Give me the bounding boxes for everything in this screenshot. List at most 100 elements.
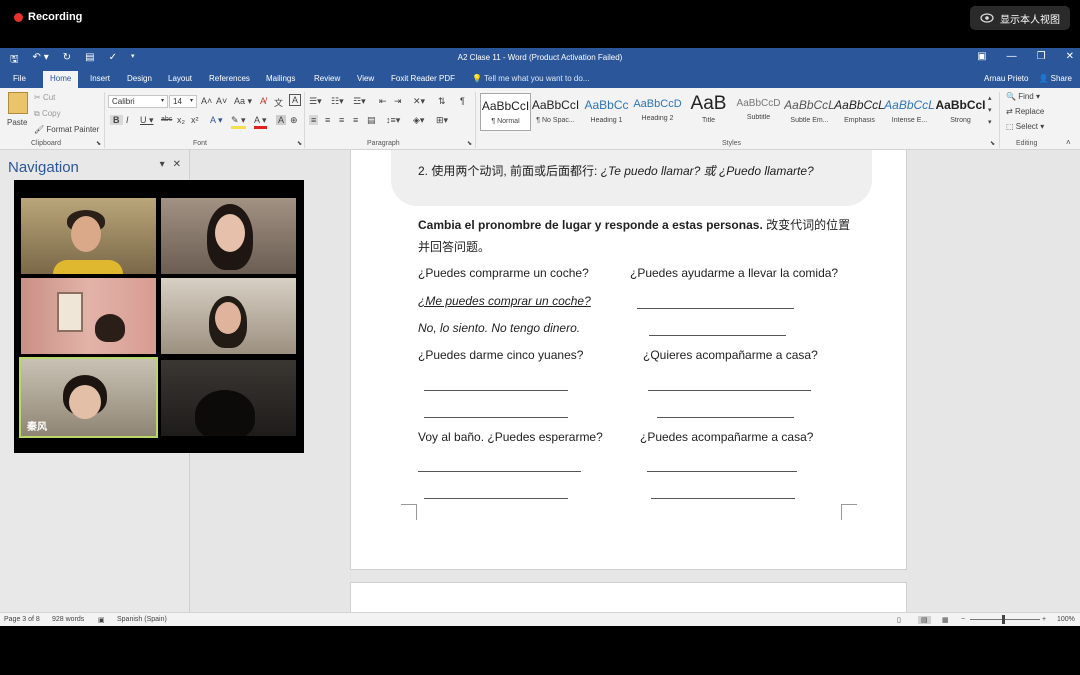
bullets-icon[interactable]: ☰▾ [309,96,322,107]
change-case-icon[interactable]: Aa ▾ [234,96,252,107]
bold-icon[interactable]: B [110,115,123,125]
tab-foxit[interactable]: Foxit Reader PDF [391,74,455,83]
align-left-icon[interactable]: ≡ [309,115,319,125]
tab-mailings[interactable]: Mailings [266,74,295,83]
styles-gallery-scroll-icon[interactable]: ▴ ▾ ▾ [988,93,992,129]
margin-corner [841,504,857,520]
clear-formatting-icon[interactable]: A̸ [260,96,266,106]
find-button[interactable]: 🔍 Find ▾ [1006,92,1040,101]
select-button[interactable]: ⬚ Select ▾ [1006,122,1044,131]
zoom-level[interactable]: 100% [1057,616,1075,623]
tab-file[interactable]: File [13,74,26,83]
multilevel-list-icon[interactable]: ☲▾ [353,96,366,107]
style-title[interactable]: AaB Title [683,93,734,131]
style-emphasis[interactable]: AaBbCcL Emphasis [834,93,885,131]
video-tile[interactable] [21,278,156,354]
print-layout-icon[interactable]: ▤ [918,616,931,624]
video-grid[interactable]: 秦风 [14,180,304,453]
zoom-slider[interactable] [970,619,1040,620]
cut-button[interactable]: ✂ Cut [34,93,55,102]
zoom-slider-thumb[interactable] [1002,615,1005,624]
restore-icon[interactable]: ❐ [1037,51,1046,62]
tab-view[interactable]: View [357,74,374,83]
ribbon-display-options-icon[interactable]: ▣ [977,51,986,62]
video-tile[interactable] [161,278,296,354]
strikethrough-icon[interactable]: abc [161,116,172,123]
zoom-in-icon[interactable]: + [1042,616,1046,623]
active-speaker-tile[interactable]: 秦风 [19,357,158,438]
sort-icon[interactable]: ⇅ [438,96,446,107]
proofing-icon[interactable]: ▣ [98,616,105,624]
user-name[interactable]: Arnau Prieto [984,74,1028,83]
style-normal[interactable]: AaBbCcI ¶ Normal [480,93,531,131]
character-border-icon[interactable]: A [289,94,302,106]
enclose-characters-icon[interactable]: ⊕ [290,115,298,126]
superscript-icon[interactable]: x² [191,115,199,125]
page-count[interactable]: Page 3 of 8 [4,616,40,623]
format-painter-button[interactable]: 🖌 Format Painter [34,125,99,134]
style-heading-2[interactable]: AaBbCcD Heading 2 [632,93,683,131]
style-strong[interactable]: AaBbCcI Strong [935,93,986,131]
nav-options-icon[interactable]: ▾ [160,159,165,170]
replace-button[interactable]: ⇄ Replace [1006,107,1044,116]
web-layout-icon[interactable]: ▦ [942,616,949,624]
style-heading-1[interactable]: AaBbCc Heading 1 [581,93,632,131]
tab-layout[interactable]: Layout [168,74,192,83]
style-no-spacing[interactable]: AaBbCcI ¶ No Spac... [530,93,581,131]
paragraph-launcher-icon[interactable]: ⬊ [467,140,472,147]
document-page[interactable]: 2. 使用两个动词, 前面或后面都行: ¿Te puedo llamar? 或 … [350,150,907,570]
phonetic-guide-icon[interactable]: 文 [274,96,283,109]
style-subtitle[interactable]: AaBbCcD Subtitle [733,93,784,131]
tell-me-search[interactable]: 💡 Tell me what you want to do... [472,74,589,83]
close-icon[interactable]: ✕ [1066,51,1074,62]
word-count[interactable]: 928 words [52,616,84,623]
line-spacing-icon[interactable]: ↕≡▾ [386,115,400,126]
justify-icon[interactable]: ≡ [353,115,358,125]
font-size-combo[interactable]: 14 ▾ [169,95,197,108]
tab-references[interactable]: References [209,74,250,83]
tab-insert[interactable]: Insert [90,74,110,83]
subscript-icon[interactable]: x₂ [177,115,185,125]
zoom-out-icon[interactable]: − [961,616,965,623]
minimize-icon[interactable]: — [1007,51,1017,62]
language[interactable]: Spanish (Spain) [117,616,167,623]
align-right-icon[interactable]: ≡ [339,115,344,125]
text-effects-icon[interactable]: A ▾ [210,115,223,126]
grow-font-icon[interactable]: A˄ [201,96,212,106]
tab-review[interactable]: Review [314,74,340,83]
show-self-view-button[interactable]: 显示本人视图 [970,6,1070,30]
borders-icon[interactable]: ⊞▾ [436,115,448,126]
tab-design[interactable]: Design [127,74,152,83]
style-subtle-emphasis[interactable]: AaBbCcL Subtle Em... [784,93,835,131]
underline-icon[interactable]: U ▾ [140,115,154,126]
collapse-ribbon-icon[interactable]: ˄ [1066,138,1071,147]
share-button[interactable]: 👤 Share [1038,74,1072,83]
character-shading-icon[interactable]: A [276,115,287,125]
shrink-font-icon[interactable]: A˅ [216,96,227,106]
paste-icon[interactable] [8,92,28,114]
video-tile[interactable] [21,198,156,274]
center-icon[interactable]: ≡ [325,115,330,125]
style-intense-emphasis[interactable]: AaBbCcL Intense E... [884,93,935,131]
increase-indent-icon[interactable]: ⇥ [394,96,402,107]
shading-icon[interactable]: ◈▾ [413,115,424,126]
highlight-icon[interactable]: ✎ ▾ [231,115,246,129]
video-tile[interactable] [161,360,296,436]
decrease-indent-icon[interactable]: ⇤ [379,96,387,107]
read-mode-icon[interactable]: ▯ [897,616,901,624]
asian-layout-icon[interactable]: ✕▾ [413,96,425,107]
italic-icon[interactable]: I [126,115,129,125]
clipboard-launcher-icon[interactable]: ⬊ [96,140,101,147]
numbering-icon[interactable]: ☷▾ [331,96,344,107]
show-marks-icon[interactable]: ¶ [460,96,465,106]
nav-close-icon[interactable]: ✕ [173,159,181,170]
font-launcher-icon[interactable]: ⬊ [297,140,302,147]
copy-button[interactable]: ⧉ Copy [34,109,61,119]
paste-button[interactable]: Paste [7,118,27,127]
video-tile[interactable] [161,198,296,274]
font-name-combo[interactable]: Calibri ▾ [108,95,168,108]
distributed-icon[interactable]: ▤ [367,115,376,126]
font-color-icon[interactable]: A ▾ [254,115,267,129]
styles-launcher-icon[interactable]: ⬊ [990,140,995,147]
tab-home[interactable]: Home [43,71,79,88]
